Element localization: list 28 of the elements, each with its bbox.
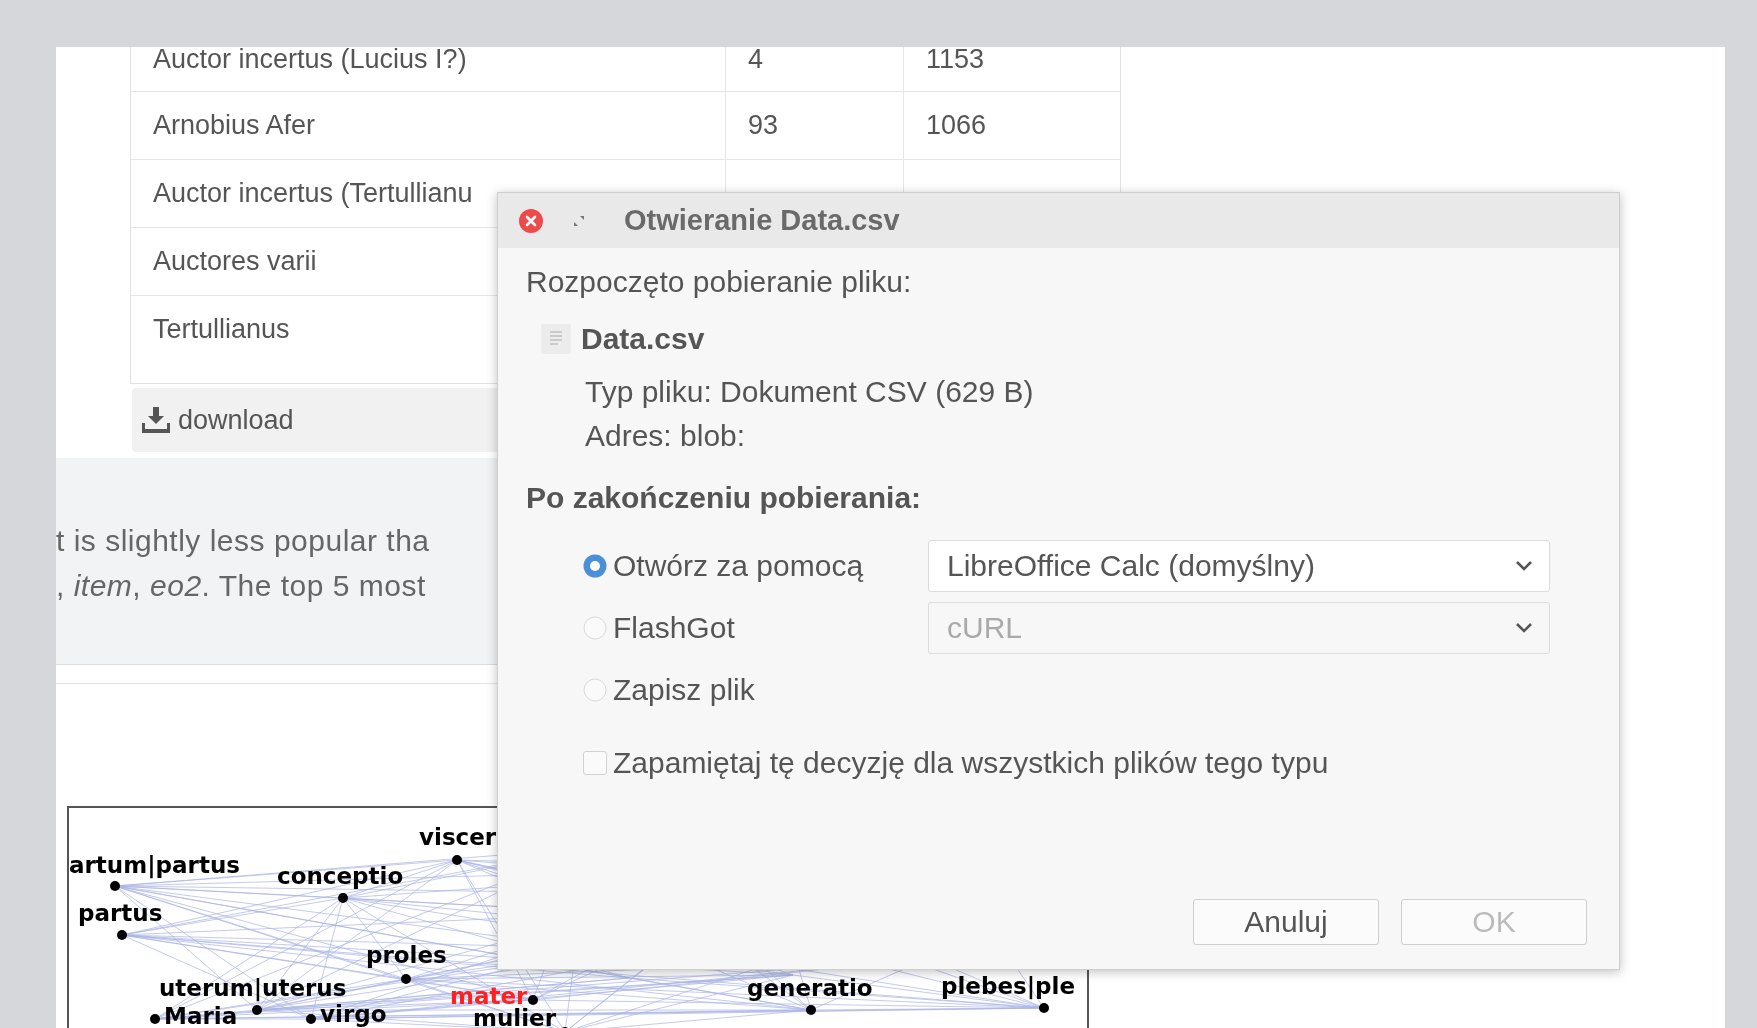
file-name: Data.csv [581, 322, 705, 356]
radio-option[interactable]: FlashGot [583, 611, 928, 645]
table-cell: Auctor incertus (Lucius I?) [131, 47, 726, 91]
table-cell-text: 1066 [925, 109, 988, 142]
info-text: , item, eo2. The top 5 most [56, 568, 427, 604]
node-label: viscer [419, 824, 497, 850]
node-label: partus [78, 900, 163, 926]
node-label: proles [366, 942, 447, 968]
remember-label: Zapamiętaj tę decyzję dla wszystkich plików tego typu [613, 746, 1329, 780]
radio-option[interactable]: Otwórz za pomocą [583, 549, 928, 583]
address-text: Adres: blob: [585, 418, 747, 454]
node-label: Maria [164, 1003, 238, 1028]
info-text: t is slightly less popular tha [56, 523, 431, 559]
node-label: uterum|uterus [159, 975, 347, 1001]
node-label: virgo [320, 1001, 387, 1027]
table-cell: 4 [726, 47, 904, 91]
node-label: generatio [747, 975, 873, 1001]
radio-option[interactable]: Zapisz plik [583, 673, 928, 707]
node-label: plebes|ple [941, 973, 1076, 999]
table-cell: Arnobius Afer [131, 92, 726, 159]
section-heading: Po zakończeniu pobierania: [526, 480, 923, 516]
table-cell-text: 1153 [925, 47, 986, 76]
table-cell: 93 [726, 92, 904, 159]
node-label: artum|partus [69, 852, 240, 878]
app-dropdown[interactable]: LibreOffice Calc (domyślny) [928, 540, 1550, 592]
remember-checkbox[interactable]: Zapamiętaj tę decyzję dla wszystkich plików tego typu [583, 746, 1619, 780]
node-label: conceptio [277, 863, 404, 889]
cancel-button[interactable]: Anuluj [1193, 899, 1379, 945]
